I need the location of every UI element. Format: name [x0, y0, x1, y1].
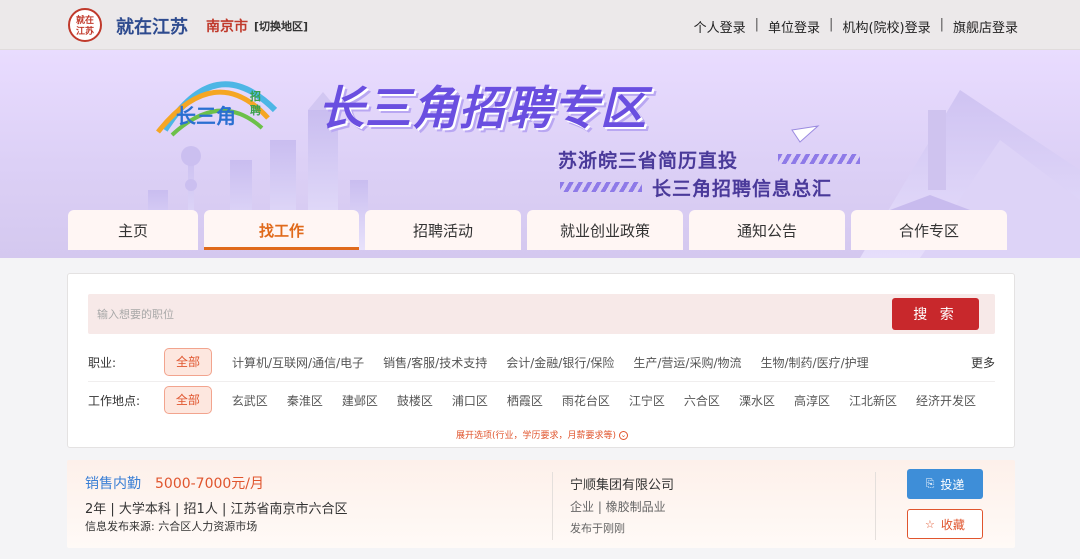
- occupation-all-chip[interactable]: 全部: [164, 348, 212, 376]
- site-name[interactable]: 就在江苏: [116, 13, 188, 39]
- location-label: 工作地点:: [88, 393, 141, 408]
- location-option[interactable]: 浦口区: [452, 392, 488, 409]
- job-requirements: 2年 | 大学本科 | 招1人 | 江苏省南京市六合区: [85, 502, 348, 517]
- job-search-input[interactable]: [88, 294, 888, 334]
- job-filter-panel: 搜 索 职业: 全部 计算机/互联网/通信/电子 销售/客服/技术支持 会计/金…: [67, 273, 1015, 448]
- search-bar: 搜 索: [88, 294, 995, 334]
- company-login-link[interactable]: 单位登录: [768, 17, 820, 36]
- location-option[interactable]: 江宁区: [629, 392, 665, 409]
- banner-subtitle-2: 长三角招聘信息总汇: [652, 178, 833, 200]
- location-option[interactable]: 秦淮区: [287, 392, 323, 409]
- location-option[interactable]: 栖霞区: [507, 392, 543, 409]
- chevron-down-icon: ⌄: [618, 431, 628, 440]
- job-listing-card: 销售内勤 5000-7000元/月 2年 | 大学本科 | 招1人 | 江苏省南…: [67, 460, 1015, 548]
- occupation-option[interactable]: 会计/金融/银行/保险: [506, 354, 614, 371]
- favorite-button[interactable]: ☆ 收藏: [907, 509, 983, 539]
- site-logo[interactable]: 就在 江苏: [68, 8, 102, 42]
- occupation-label: 职业:: [88, 355, 117, 370]
- ribbon-logo-small: 招聘: [250, 90, 261, 117]
- company-industry: 企业 | 橡胶制品业: [570, 500, 666, 514]
- job-source: 信息发布来源: 六合区人力资源市场: [85, 520, 258, 533]
- column-divider: [875, 472, 876, 540]
- send-icon: ⎘: [925, 477, 935, 490]
- banner-subtitle-1: 苏浙皖三省简历直投: [558, 150, 739, 172]
- posted-time: 发布于刚刚: [570, 522, 625, 535]
- occupation-option[interactable]: 计算机/互联网/通信/电子: [232, 354, 364, 371]
- job-title-link[interactable]: 销售内勤: [85, 473, 141, 493]
- occupation-option[interactable]: 生产/营运/采购/物流: [633, 354, 741, 371]
- tab-employment-policy[interactable]: 就业创业政策: [527, 210, 683, 250]
- switch-region-link[interactable]: [切换地区]: [254, 18, 308, 34]
- location-option[interactable]: 高淳区: [794, 392, 830, 409]
- favorite-label: 收藏: [940, 517, 965, 532]
- apply-label: 投递: [940, 477, 965, 492]
- tab-notices[interactable]: 通知公告: [689, 210, 845, 250]
- location-option[interactable]: 江北新区: [849, 392, 897, 409]
- star-icon: ☆: [925, 517, 935, 531]
- separator: |: [829, 17, 834, 32]
- search-button[interactable]: 搜 索: [892, 298, 979, 330]
- current-city: 南京市: [206, 19, 248, 35]
- occupation-more-link[interactable]: 更多: [971, 354, 995, 371]
- banner-title: 长三角招聘专区: [318, 81, 647, 135]
- occupation-option[interactable]: 生物/制药/医疗/护理: [761, 354, 869, 371]
- location-option[interactable]: 雨花台区: [562, 392, 610, 409]
- ribbon-logo-text: 长三角: [176, 104, 236, 128]
- company-name-link[interactable]: 宁顺集团有限公司: [570, 474, 674, 493]
- location-all-chip[interactable]: 全部: [163, 386, 212, 414]
- expand-options-label: 展开选项(行业，学历要求，月薪要求等): [456, 431, 617, 441]
- tab-find-job[interactable]: 找工作: [204, 210, 359, 250]
- tab-cooperation[interactable]: 合作专区: [851, 210, 1007, 250]
- login-links: 个人登录 | 单位登录 | 机构(院校)登录 | 旗舰店登录: [694, 17, 1018, 36]
- column-divider: [552, 472, 553, 540]
- yangtze-delta-logo: 长三角 招聘: [146, 62, 286, 152]
- expand-options-link[interactable]: 展开选项(行业，学历要求，月薪要求等) ⌄: [68, 428, 1016, 441]
- location-option[interactable]: 溧水区: [739, 392, 775, 409]
- decorative-stripes: [560, 182, 642, 192]
- top-bar: 就在 江苏 就在江苏 南京市 [切换地区] 个人登录 | 单位登录 | 机构(院校…: [0, 0, 1080, 50]
- location-option[interactable]: 经济开发区: [916, 392, 976, 409]
- job-salary: 5000-7000元/月: [155, 476, 265, 492]
- flagship-login-link[interactable]: 旗舰店登录: [953, 17, 1018, 36]
- separator: |: [939, 17, 944, 32]
- tab-recruitment-events[interactable]: 招聘活动: [365, 210, 521, 250]
- main-nav: 主页 找工作 招聘活动 就业创业政策 通知公告 合作专区: [68, 210, 1008, 250]
- location-option[interactable]: 鼓楼区: [397, 392, 433, 409]
- apply-button[interactable]: ⎘ 投递: [907, 469, 983, 499]
- separator: |: [754, 17, 760, 32]
- tab-home[interactable]: 主页: [68, 210, 198, 250]
- location-option[interactable]: 玄武区: [232, 392, 268, 409]
- occupation-option[interactable]: 销售/客服/技术支持: [383, 354, 487, 371]
- institution-login-link[interactable]: 机构(院校)登录: [842, 17, 930, 36]
- personal-login-link[interactable]: 个人登录: [694, 17, 746, 36]
- location-option[interactable]: 六合区: [684, 392, 720, 409]
- occupation-filter-row: 职业: 全部 计算机/互联网/通信/电子 销售/客服/技术支持 会计/金融/银行…: [88, 344, 995, 380]
- location-filter-row: 工作地点: 全部 玄武区 秦淮区 建邺区 鼓楼区 浦口区 栖霞区 雨花台区 江宁…: [88, 382, 995, 418]
- location-option[interactable]: 建邺区: [342, 392, 378, 409]
- decorative-stripes: [778, 154, 860, 164]
